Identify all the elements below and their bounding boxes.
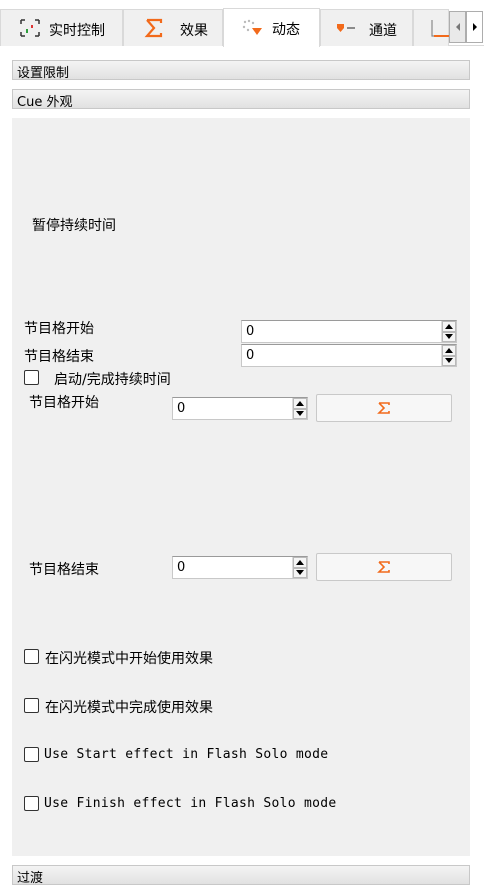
spin-up-button[interactable] (442, 345, 456, 356)
start-effect-flash-solo-checkbox[interactable] (24, 747, 39, 762)
sigma-icon (144, 18, 166, 38)
beat-end2-label: 节目格结束 (29, 562, 99, 578)
beat-end-label: 节目格结束 (24, 349, 94, 365)
start-effect-flash-label: 在闪光模式中开始使用效果 (45, 651, 213, 667)
finish-effect-flash-checkbox[interactable] (24, 698, 39, 713)
dynamics-icon (240, 18, 262, 38)
tab-realtime-control[interactable]: 实时控制 (0, 9, 123, 46)
tab-label: 动态 (272, 22, 300, 38)
tab-scroll-right-button[interactable] (466, 11, 483, 43)
beat-start2-spinbox[interactable]: 0 (172, 397, 308, 420)
tab-effects[interactable]: 效果 (123, 9, 223, 46)
chevron-right-icon (472, 23, 477, 31)
tab-bar: 实时控制 效果 动态 通道 (0, 8, 484, 47)
beat-end2-value[interactable]: 0 (173, 557, 292, 578)
beat-start-sigma-button[interactable] (316, 394, 452, 422)
beat-start2-value[interactable]: 0 (173, 398, 292, 419)
section-cue-appearance[interactable]: Cue 外观 (12, 89, 470, 110)
beat-start2-label: 节目格开始 (29, 395, 99, 411)
beat-start-spinbox[interactable]: 0 (241, 320, 457, 343)
spin-down-button[interactable] (293, 567, 307, 578)
spin-down-button[interactable] (442, 355, 456, 366)
finish-effect-flash-solo-checkbox[interactable] (24, 796, 39, 811)
section-limits[interactable]: 设置限制 (12, 60, 470, 81)
tab-label: 实时控制 (49, 23, 105, 39)
beat-start-label: 节目格开始 (24, 321, 94, 337)
start-effect-flash-checkbox[interactable] (24, 649, 39, 664)
spin-up-button[interactable] (442, 321, 456, 332)
section-transition[interactable]: 过渡 (12, 865, 470, 886)
arrow-down-icon (445, 334, 453, 340)
spin-down-button[interactable] (442, 331, 456, 342)
pause-duration-label: 暂停持续时间 (32, 218, 116, 234)
arrow-up-icon (445, 323, 453, 329)
arrow-down-icon (445, 358, 453, 364)
finish-effect-flash-label: 在闪光模式中完成使用效果 (45, 700, 213, 716)
beat-end-spinbox[interactable]: 0 (241, 344, 457, 367)
sigma-icon (377, 561, 390, 573)
arrow-down-icon (296, 570, 304, 576)
channel-icon (335, 18, 357, 38)
start-finish-duration-checkbox[interactable] (24, 370, 39, 385)
beat-end-sigma-button[interactable] (316, 553, 452, 581)
realtime-control-icon (19, 18, 41, 38)
dynamics-panel: 暂停持续时间 节目格开始 0 节目格结束 0 启动/完成持续时间 节目格开始 0… (12, 118, 470, 856)
tab-scroll-left-button[interactable] (449, 11, 466, 43)
spin-up-button[interactable] (293, 398, 307, 409)
tab-label: 通道 (369, 23, 397, 39)
beat-end2-spinbox[interactable]: 0 (172, 556, 308, 579)
tab-label: 效果 (180, 23, 208, 39)
finish-effect-flash-solo-label: Use Finish effect in Flash Solo mode (44, 796, 337, 811)
tab-partial[interactable] (413, 9, 450, 46)
spin-down-button[interactable] (293, 408, 307, 419)
spin-up-button[interactable] (293, 557, 307, 568)
arrow-down-icon (296, 411, 304, 417)
beat-end-value[interactable]: 0 (242, 345, 441, 366)
start-finish-duration-label: 启动/完成持续时间 (54, 372, 171, 388)
sigma-icon (377, 402, 390, 414)
arrow-up-icon (296, 400, 304, 406)
beat-start-value[interactable]: 0 (242, 321, 441, 342)
chevron-left-icon (455, 23, 460, 31)
start-effect-flash-solo-label: Use Start effect in Flash Solo mode (44, 747, 329, 762)
arrow-up-icon (296, 559, 304, 565)
arrow-up-icon (445, 347, 453, 353)
tab-dynamics[interactable]: 动态 (223, 8, 320, 47)
tab-channel[interactable]: 通道 (320, 9, 413, 46)
tab-scroll-buttons (449, 11, 483, 43)
